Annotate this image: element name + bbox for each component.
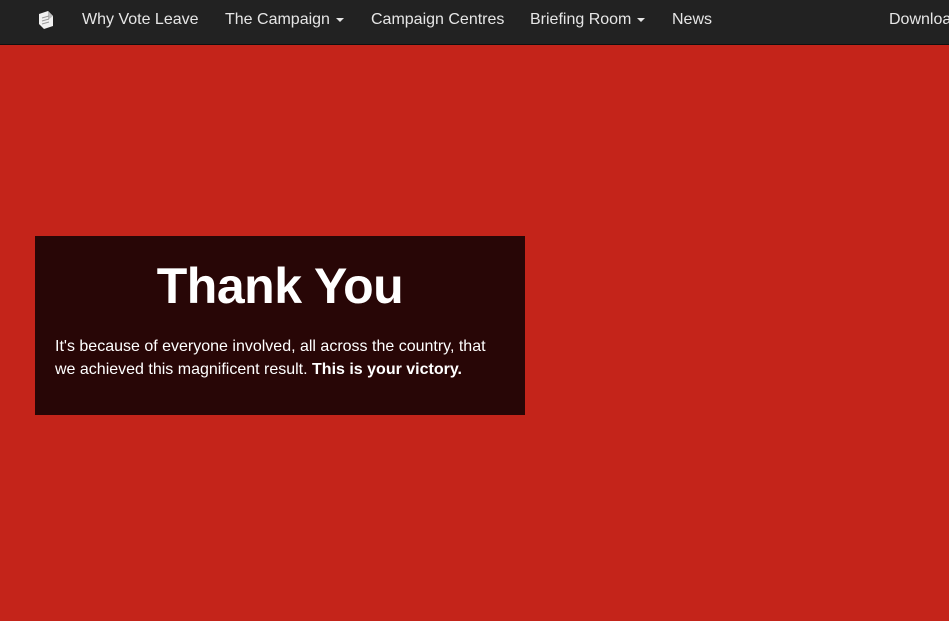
nav-news[interactable]: News [672,0,713,44]
nav-campaign-centres-label: Campaign Centres [371,11,505,28]
nav-campaign-centres[interactable]: Campaign Centres [371,0,505,44]
nav-briefing-room[interactable]: Briefing Room [530,0,646,44]
vote-leave-logo-icon[interactable] [36,9,56,31]
panel-emphasis-text: This is your victory. [312,361,462,378]
nav-the-campaign-label: The Campaign [225,11,330,28]
nav-downloads[interactable]: Downloa [889,0,949,44]
top-navbar: Why Vote Leave The Campaign Campaign Cen… [0,0,949,45]
nav-downloads-label: Downloa [889,11,949,28]
caret-down-icon [335,17,344,22]
panel-title: Thank You [156,258,404,314]
nav-why-vote-leave-label: Why Vote Leave [82,11,199,28]
thank-you-panel: Thank You It's because of everyone invol… [35,236,525,415]
nav-news-label: News [672,11,713,28]
nav-the-campaign[interactable]: The Campaign [225,0,344,44]
nav-why-vote-leave[interactable]: Why Vote Leave [82,0,199,44]
nav-briefing-room-label: Briefing Room [530,11,632,28]
panel-message: It's because of everyone involved, all a… [55,335,505,381]
caret-down-icon [637,17,646,22]
